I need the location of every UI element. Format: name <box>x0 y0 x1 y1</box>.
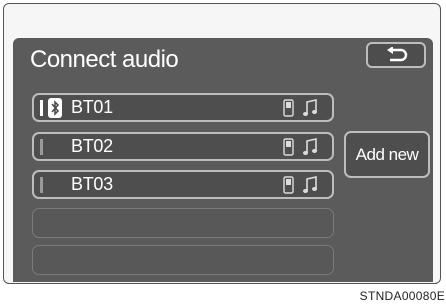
empty-device-slot <box>32 245 334 275</box>
music-note-icon <box>303 99 317 116</box>
device-name: BT03 <box>71 174 113 194</box>
phone-icon <box>283 99 294 117</box>
add-new-button[interactable]: Add new <box>344 131 430 178</box>
device-row-bt01[interactable]: BT01 <box>32 93 334 122</box>
device-name: BT02 <box>71 136 113 156</box>
back-button[interactable] <box>366 42 426 68</box>
connection-indicator <box>40 139 43 155</box>
audio-screen: Connect audio BT01 BT02 BT03 Add new <box>13 38 433 282</box>
device-row-bt03[interactable]: BT03 <box>32 170 334 199</box>
figure-code: STNDA00080E <box>359 289 445 303</box>
device-name: BT01 <box>71 97 113 117</box>
device-row-bt02[interactable]: BT02 <box>32 132 334 161</box>
back-arrow-icon <box>387 47 408 62</box>
connection-indicator <box>40 100 43 116</box>
phone-icon <box>283 138 294 156</box>
page-title: Connect audio <box>30 46 179 73</box>
bluetooth-icon <box>48 98 62 118</box>
empty-device-slot <box>32 208 334 238</box>
connection-indicator <box>40 177 43 193</box>
music-note-icon <box>303 176 317 193</box>
phone-icon <box>283 176 294 194</box>
music-note-icon <box>303 138 317 155</box>
